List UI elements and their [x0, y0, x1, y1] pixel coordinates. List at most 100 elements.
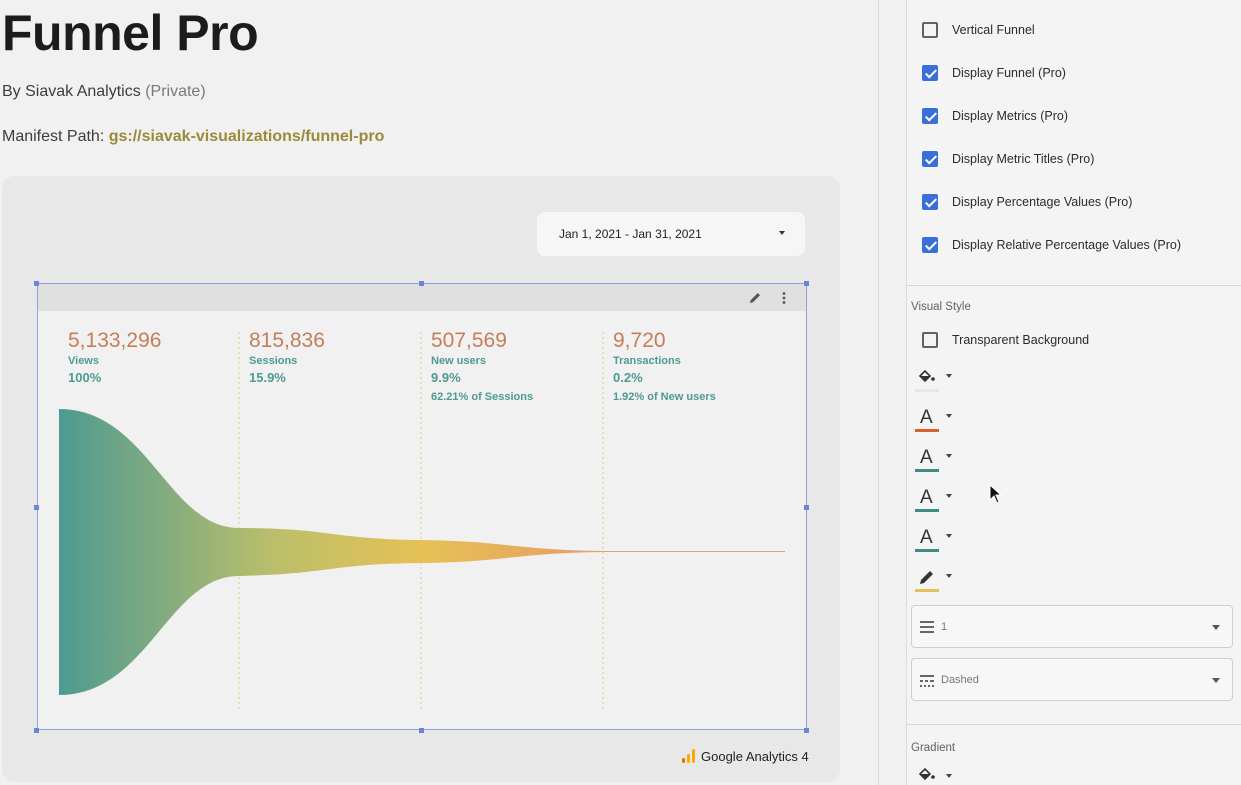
date-range-control[interactable]: Jan 1, 2021 - Jan 31, 2021: [537, 212, 805, 256]
chevron-down-icon: [946, 454, 952, 458]
google-analytics-icon: [682, 749, 695, 763]
color-swatch: [915, 429, 939, 432]
chevron-down-icon: [946, 774, 952, 778]
author-name: By Siavak Analytics: [2, 83, 141, 100]
date-range-value: Jan 1, 2021 - Jan 31, 2021: [559, 227, 702, 241]
line-weight-value: 1: [941, 621, 948, 633]
data-source-name: Google Analytics 4: [701, 749, 809, 764]
setting-option[interactable]: Display Percentage Values (Pro): [922, 194, 1232, 214]
setting-label: Display Relative Percentage Values (Pro): [952, 238, 1182, 252]
manifest-path: Manifest Path: gs://siavak-visualization…: [2, 128, 384, 146]
color-swatch: [915, 509, 939, 512]
gradient-title: Gradient: [911, 742, 956, 754]
setting-option[interactable]: Display Metric Titles (Pro): [922, 151, 1232, 171]
font-color-icon: A: [920, 447, 933, 468]
resize-handle[interactable]: [34, 505, 39, 510]
resize-handle[interactable]: [419, 728, 424, 733]
font-color-button[interactable]: A: [913, 486, 953, 512]
metric-value: 9,720: [613, 329, 666, 352]
metric-title: Views: [68, 355, 99, 367]
setting-label: Display Funnel (Pro): [952, 66, 1066, 80]
metric-percentage: 9.9%: [431, 370, 461, 385]
font-color-icon: A: [920, 407, 933, 428]
metric-title: New users: [431, 355, 487, 367]
setting-label: Display Metric Titles (Pro): [952, 152, 1095, 166]
resize-handle[interactable]: [804, 728, 809, 733]
data-source-label: Google Analytics 4: [680, 748, 809, 764]
gradient-fill-button[interactable]: [913, 765, 953, 785]
font-color-button[interactable]: A: [913, 526, 953, 552]
section-divider: [906, 724, 1241, 725]
chevron-down-icon: [1212, 678, 1220, 683]
funnel-chart[interactable]: 5,133,296 Views 100% 815,836 Sessions 15.9% 50…: [37, 283, 807, 730]
setting-option[interactable]: Display Relative Percentage Values (Pro): [922, 237, 1232, 257]
metric-relative-percentage: 62.21% of Sessions: [431, 391, 534, 403]
section-divider: [906, 285, 1241, 286]
chevron-down-icon: [946, 414, 952, 418]
metric-percentage: 15.9%: [249, 370, 286, 385]
metric-title: Sessions: [249, 355, 298, 367]
chevron-down-icon: [946, 494, 952, 498]
font-color-button[interactable]: A: [913, 406, 953, 432]
fill-color-icon: [918, 369, 935, 383]
line-color-button[interactable]: [913, 566, 953, 592]
line-type-value: Dashed: [941, 674, 979, 686]
setting-checkbox[interactable]: [922, 65, 938, 81]
metric-value: 5,133,296: [68, 329, 162, 352]
fill-color-icon: [918, 767, 935, 781]
metric-value: 507,569: [431, 329, 507, 352]
metric-title: Transactions: [613, 355, 681, 367]
transparent-background-checkbox[interactable]: [922, 332, 938, 348]
line-weight-select[interactable]: 1: [911, 605, 1233, 648]
page-title: Funnel Pro: [2, 5, 259, 61]
byline: By Siavak Analytics (Private): [2, 83, 206, 101]
transparent-background-option[interactable]: Transparent Background: [922, 332, 1222, 352]
chevron-down-icon: [946, 374, 952, 378]
mouse-cursor-icon: [989, 484, 1003, 504]
resize-handle[interactable]: [804, 281, 809, 286]
metric-percentage: 100%: [68, 370, 102, 385]
metric-column: 815,836 Sessions 15.9%: [249, 329, 325, 391]
color-swatch: [915, 469, 939, 472]
line-weight-icon: [920, 621, 934, 633]
resize-handle[interactable]: [34, 728, 39, 733]
visibility-label: (Private): [145, 83, 206, 100]
metric-column: 9,720 Transactions 0.2% 1.92% of New users: [613, 329, 716, 403]
visual-style-title: Visual Style: [911, 301, 971, 313]
setting-checkbox[interactable]: [922, 194, 938, 210]
metric-column: 507,569 New users 9.9% 62.21% of Sessions: [431, 329, 533, 403]
setting-checkbox[interactable]: [922, 108, 938, 124]
chevron-down-icon: [779, 231, 785, 235]
resize-handle[interactable]: [34, 281, 39, 286]
setting-label: Display Metrics (Pro): [952, 109, 1068, 123]
resize-handle[interactable]: [804, 505, 809, 510]
setting-checkbox[interactable]: [922, 237, 938, 253]
line-type-select[interactable]: Dashed: [911, 658, 1233, 701]
line-type-icon: [920, 675, 934, 687]
chevron-down-icon: [946, 534, 952, 538]
setting-label: Display Percentage Values (Pro): [952, 195, 1133, 209]
manifest-label: Manifest Path:: [2, 128, 105, 145]
metric-relative-percentage: 1.92% of New users: [613, 391, 716, 403]
setting-option[interactable]: Display Funnel (Pro): [922, 65, 1232, 85]
panel-divider: [878, 0, 879, 785]
chevron-down-icon: [946, 574, 952, 578]
fill-color-button[interactable]: [913, 366, 953, 392]
transparent-background-label: Transparent Background: [952, 333, 1090, 347]
color-swatch: [915, 589, 939, 592]
metric-percentage: 0.2%: [613, 370, 643, 385]
setting-option[interactable]: Vertical Funnel: [922, 22, 1232, 42]
setting-option[interactable]: Display Metrics (Pro): [922, 108, 1232, 128]
metric-column: 5,133,296 Views 100%: [68, 329, 161, 391]
chevron-down-icon: [1212, 625, 1220, 630]
setting-checkbox[interactable]: [922, 22, 938, 38]
font-color-icon: A: [920, 527, 933, 548]
setting-checkbox[interactable]: [922, 151, 938, 167]
setting-label: Vertical Funnel: [952, 23, 1035, 37]
resize-handle[interactable]: [419, 281, 424, 286]
color-swatch: [915, 549, 939, 552]
manifest-path-link[interactable]: gs://siavak-visualizations/funnel-pro: [109, 128, 385, 145]
metric-value: 815,836: [249, 329, 325, 352]
font-color-button[interactable]: A: [913, 446, 953, 472]
color-swatch: [915, 389, 939, 392]
